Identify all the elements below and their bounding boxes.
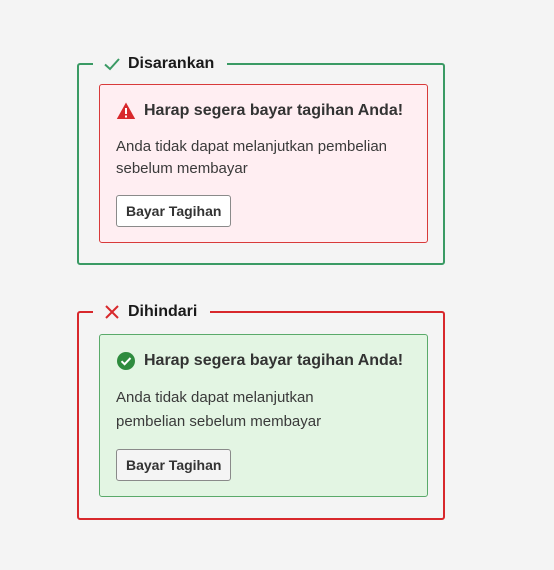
check-circle-icon [116, 351, 136, 371]
warning-icon [116, 101, 136, 121]
avoided-example: Dihindari Harap segera bayar tagihan And… [77, 301, 445, 520]
alert-title: Harap segera bayar tagihan Anda! [144, 352, 404, 369]
success-alert: Harap segera bayar tagihan Anda! Anda ti… [99, 334, 428, 497]
pay-bill-button[interactable]: Bayar Tagihan [116, 195, 232, 227]
recommended-example: Disarankan Harap segera bayar tagihan An… [77, 53, 445, 265]
recommended-legend: Disarankan [93, 53, 228, 75]
alert-title-row: Harap segera bayar tagihan Anda! [116, 351, 403, 371]
recommended-label: Disarankan [128, 55, 215, 72]
close-icon [103, 303, 121, 321]
check-icon [103, 55, 121, 73]
alert-title: Harap segera bayar tagihan Anda! [144, 102, 404, 119]
avoided-legend: Dihindari [93, 301, 211, 323]
alert-title-row: Harap segera bayar tagihan Anda! [116, 101, 403, 121]
alert-body: Anda tidak dapat melanjutkan pembelian s… [116, 138, 388, 177]
avoided-label: Dihindari [128, 303, 198, 320]
alert-body: Anda tidak dapat melanjutkan pembelian s… [116, 389, 322, 430]
pay-bill-button[interactable]: Bayar Tagihan [116, 449, 232, 481]
danger-alert: Harap segera bayar tagihan Anda! Anda ti… [99, 84, 428, 243]
